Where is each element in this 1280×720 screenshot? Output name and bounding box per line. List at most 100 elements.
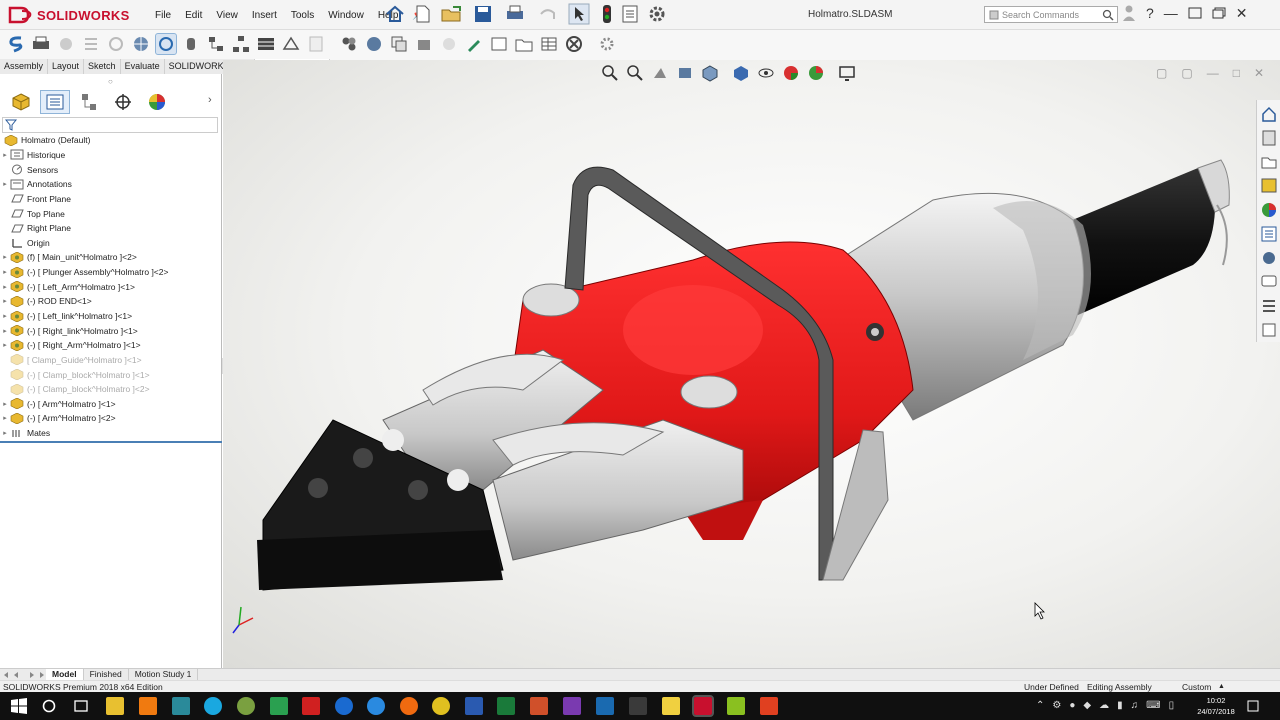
bottom-tab-model[interactable]: Model (46, 669, 84, 680)
options-gear-icon[interactable] (646, 3, 672, 25)
solidworks-forum-icon[interactable] (1260, 248, 1278, 268)
refresh-icon[interactable] (105, 33, 127, 55)
expand-arrow-icon[interactable]: ▸ (0, 268, 10, 276)
viewport-split-icon[interactable]: ▢ (1181, 66, 1192, 80)
volume-icon[interactable]: ♫ (1131, 700, 1139, 711)
command-tab-assembly[interactable]: Assembly (0, 59, 49, 74)
app-dark-taskbar-icon[interactable] (629, 697, 647, 715)
dropbox-icon[interactable]: ◆ (1083, 700, 1091, 711)
tree-item[interactable]: ▸ Historique (0, 148, 222, 163)
tree-item[interactable]: ▸ (f) [ Main_unit^Holmatro ]<2> (0, 250, 222, 265)
messages-icon[interactable] (1260, 272, 1278, 292)
previous-view-icon[interactable] (650, 64, 670, 82)
app-green-taskbar-icon[interactable] (237, 697, 255, 715)
viewport-minimize-icon[interactable]: — (1207, 66, 1219, 80)
table-edit-icon[interactable] (538, 33, 560, 55)
expand-arrow-icon[interactable]: ▸ (0, 400, 10, 408)
zoom-fit-icon[interactable] (155, 33, 177, 55)
file-explorer-icon[interactable] (1260, 152, 1278, 172)
traffic-light-icon[interactable] (600, 3, 614, 25)
expand-arrow-icon[interactable]: ▸ (0, 312, 10, 320)
select-cursor-icon[interactable] (568, 3, 594, 25)
expand-arrow-icon[interactable]: ▸ (0, 341, 10, 349)
viewport-restore-icon[interactable]: □ (1233, 66, 1240, 80)
menu-edit[interactable]: Edit (178, 10, 209, 21)
menu-insert[interactable]: Insert (245, 10, 284, 21)
dimension-icon[interactable] (280, 33, 302, 55)
tray-app-icon[interactable]: ● (1069, 700, 1075, 711)
image-edit-icon[interactable] (488, 33, 510, 55)
section-view-icon[interactable] (675, 64, 695, 82)
onenote-taskbar-icon[interactable] (563, 697, 581, 715)
view-orientation-icon[interactable] (700, 64, 720, 82)
disabled-tool-icon[interactable] (438, 33, 460, 55)
save-icon[interactable] (472, 3, 498, 25)
edit-appearance-icon[interactable] (781, 64, 801, 82)
solidworks-taskbar-icon[interactable] (692, 695, 714, 717)
property-manager-tab[interactable] (40, 90, 70, 114)
menu-tools[interactable]: Tools (284, 10, 321, 21)
file-explorer-taskbar-icon[interactable] (106, 697, 124, 715)
tree-item[interactable]: Sensors (0, 162, 222, 177)
tree-item[interactable]: ▸ (-) [ Right_Arm^Holmatro ]<1> (0, 338, 222, 353)
firefox-taskbar-icon[interactable] (400, 697, 418, 715)
folder-edit-icon[interactable] (513, 33, 535, 55)
tray-expand-icon[interactable]: ⌃ (1036, 700, 1044, 711)
design-library-icon[interactable] (1260, 128, 1278, 148)
command-tab-sketch[interactable]: Sketch (84, 59, 121, 74)
expand-arrow-icon[interactable]: ▸ (0, 414, 10, 422)
tree-item[interactable]: Front Plane (0, 192, 222, 207)
menu-view[interactable]: View (209, 10, 245, 21)
sticky-notes-taskbar-icon[interactable] (662, 697, 680, 715)
solidworks-logo[interactable]: SOLIDWORKS (8, 4, 130, 26)
tree-item[interactable]: Top Plane (0, 206, 222, 221)
maximize-icon[interactable] (1212, 7, 1226, 19)
tool-icon[interactable] (55, 33, 77, 55)
powerpoint-taskbar-icon[interactable] (530, 697, 548, 715)
skype-taskbar-icon[interactable] (204, 697, 222, 715)
tree-root[interactable]: Holmatro (Default) (0, 133, 222, 148)
view-settings-icon[interactable] (837, 64, 857, 82)
hide-show-items-icon[interactable] (756, 64, 776, 82)
tree-item[interactable]: ▸ Mates (0, 426, 222, 441)
dimxpert-tab[interactable] (108, 90, 138, 114)
hierarchy-icon[interactable] (230, 33, 252, 55)
graphics-area[interactable] (223, 60, 1280, 668)
custom-properties-icon[interactable] (1260, 224, 1278, 244)
copy-icon[interactable] (388, 33, 410, 55)
print-icon[interactable] (30, 33, 52, 55)
tray-settings-icon[interactable]: ⚙ (1052, 700, 1061, 711)
command-tab-evaluate[interactable]: Evaluate (121, 59, 165, 74)
excel-taskbar-icon[interactable] (497, 697, 515, 715)
notifications-icon[interactable] (1246, 699, 1260, 713)
app-tool-taskbar-icon[interactable] (270, 697, 288, 715)
keyboard-icon[interactable]: ⌨ (1146, 700, 1160, 711)
list-icon[interactable] (80, 33, 102, 55)
tree-item[interactable]: ▸ (-) [ Left_link^Holmatro ]<1> (0, 309, 222, 324)
expand-arrow-icon[interactable]: ▸ (0, 283, 10, 291)
zoom-area-icon[interactable] (625, 64, 645, 82)
assembly-tree-icon[interactable] (205, 33, 227, 55)
tree-item[interactable]: Right Plane (0, 221, 222, 236)
acrobat-taskbar-icon[interactable] (302, 697, 320, 715)
viewport-panel-icon[interactable]: ▢ (1156, 66, 1167, 80)
solidworks-resources-icon[interactable] (1260, 104, 1278, 124)
tree-item[interactable]: ▸ Annotations (0, 177, 222, 192)
expand-arrow-icon[interactable]: ▸ (0, 151, 10, 159)
outlook-taskbar-icon[interactable] (596, 697, 614, 715)
tree-item[interactable]: Origin (0, 235, 222, 250)
pencil-icon[interactable] (463, 33, 485, 55)
close-icon[interactable]: ✕ (1236, 5, 1248, 22)
search-commands-field[interactable]: Search Commands (984, 6, 1118, 23)
system-clock[interactable]: 10:02 24/07/2018 (1196, 695, 1236, 717)
document-icon[interactable] (305, 33, 327, 55)
feature-manager-tab[interactable] (6, 90, 36, 114)
settings-list-icon[interactable] (1260, 296, 1278, 316)
expand-arrow-icon[interactable]: ▸ (0, 429, 10, 437)
view-palette-icon[interactable] (1260, 176, 1278, 196)
chrome-taskbar-icon[interactable] (432, 697, 450, 715)
apply-scene-icon[interactable] (806, 64, 826, 82)
sphere-icon[interactable] (363, 33, 385, 55)
open-folder-icon[interactable] (440, 3, 466, 25)
appearances-icon[interactable] (1260, 200, 1278, 220)
